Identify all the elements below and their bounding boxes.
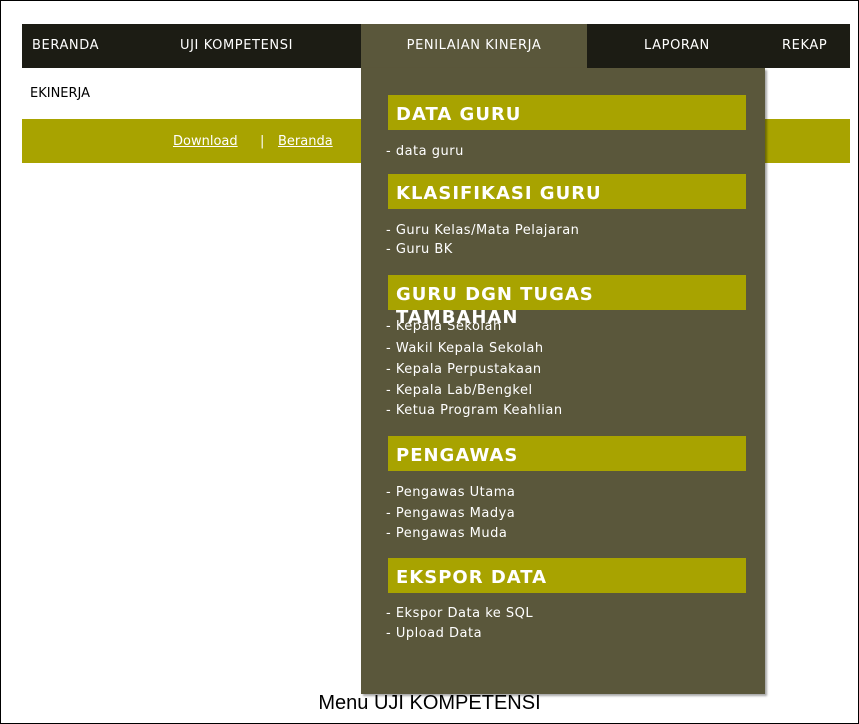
nav-item-beranda[interactable]: BERANDA	[32, 24, 99, 68]
section-header-guru-tugas-tambahan: GURU DGN TUGAS TAMBAHAN	[388, 275, 746, 328]
nav-item-rekap[interactable]: REKAP	[782, 24, 827, 68]
menu-item-upload-data[interactable]: - Upload Data	[386, 626, 482, 641]
section-header-ekspor-data: EKSPOR DATA	[388, 558, 746, 593]
nav-item-penilaian-kinerja[interactable]: PENILAIAN KINERJA	[361, 24, 587, 68]
menu-item-ketua-program[interactable]: - Ketua Program Keahlian	[386, 403, 563, 418]
nav-item-laporan[interactable]: LAPORAN	[644, 24, 710, 68]
menu-item-pengawas-utama[interactable]: - Pengawas Utama	[386, 485, 515, 500]
menu-item-pengawas-madya[interactable]: - Pengawas Madya	[386, 506, 515, 521]
menu-item-kepala-sekolah[interactable]: - Kepala Sekolah	[386, 319, 502, 334]
menu-item-guru-bk[interactable]: - Guru BK	[386, 242, 453, 257]
menu-item-data-guru[interactable]: - data guru	[386, 144, 464, 159]
section-header-klasifikasi-guru: KLASIFIKASI GURU	[388, 174, 746, 209]
beranda-link[interactable]: Beranda	[278, 134, 333, 149]
site-brand: EKINERJA	[30, 86, 91, 101]
menu-item-wakil-kepala-sekolah[interactable]: - Wakil Kepala Sekolah	[386, 341, 544, 356]
download-link[interactable]: Download	[173, 134, 238, 149]
top-navigation: BERANDA UJI KOMPETENSI PENILAIAN KINERJA…	[22, 24, 850, 68]
section-header-pengawas: PENGAWAS	[388, 436, 746, 471]
section-header-data-guru: DATA GURU	[388, 95, 746, 130]
penilaian-kinerja-dropdown: DATA GURU - data guru KLASIFIKASI GURU -…	[361, 68, 765, 694]
figure-caption: Menu UJI KOMPETENSI	[318, 692, 541, 714]
menu-item-guru-kelas[interactable]: - Guru Kelas/Mata Pelajaran	[386, 223, 579, 238]
menu-item-kepala-lab[interactable]: - Kepala Lab/Bengkel	[386, 383, 533, 398]
menu-item-pengawas-muda[interactable]: - Pengawas Muda	[386, 526, 507, 541]
link-separator: |	[260, 134, 265, 149]
nav-item-uji-kompetensi[interactable]: UJI KOMPETENSI	[180, 24, 293, 68]
menu-item-ekspor-sql[interactable]: - Ekspor Data ke SQL	[386, 606, 533, 621]
menu-item-kepala-perpustakaan[interactable]: - Kepala Perpustakaan	[386, 362, 542, 377]
